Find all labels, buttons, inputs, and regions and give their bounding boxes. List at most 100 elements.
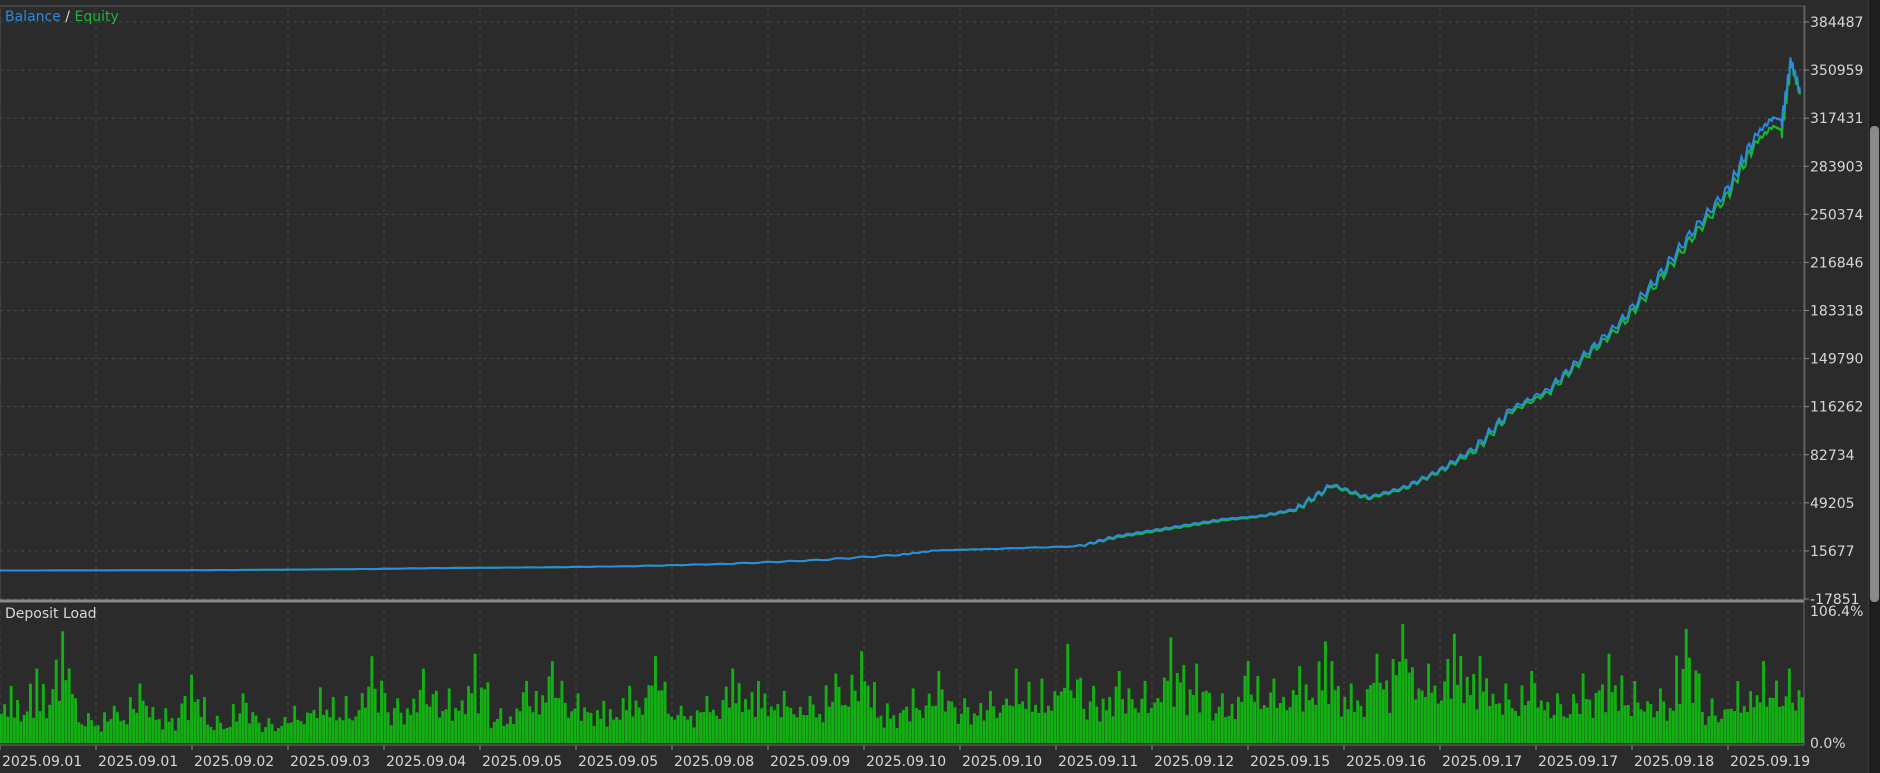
deposit-load-bar [1729, 708, 1733, 743]
deposit-load-bar [637, 707, 641, 743]
deposit-load-bar [1639, 709, 1643, 743]
deposit-load-bar [821, 722, 825, 743]
deposit-load-bar [1024, 708, 1028, 743]
deposit-load-bar [306, 712, 309, 743]
deposit-load-bar [119, 721, 123, 743]
deposit-load-bar [132, 709, 135, 743]
deposit-load-bar [1771, 698, 1775, 743]
y-tick-label: 183318 [1810, 304, 1863, 320]
deposit-load-bar [979, 703, 983, 743]
x-tick-label: 2025.09.10 [962, 754, 1042, 770]
deposit-load-bar [1198, 712, 1202, 743]
deposit-load-bar [231, 704, 235, 743]
deposit-load-bar [35, 668, 39, 743]
deposit-load-bar [1536, 707, 1540, 743]
deposit-load-bar [1346, 709, 1350, 743]
deposit-load-bar [676, 714, 680, 743]
deposit-load-bar [1378, 682, 1382, 743]
deposit-load-bar [544, 702, 548, 743]
deposit-load-bar [769, 706, 773, 743]
deposit-load-bar [634, 700, 638, 743]
deposit-load-bar [969, 724, 973, 743]
deposit-load-bar [1478, 656, 1482, 743]
deposit-load-bar [1481, 691, 1485, 743]
deposit-load-bar [1140, 698, 1144, 743]
deposit-load-bar [280, 725, 284, 743]
deposit-load-bar [235, 721, 239, 743]
deposit-load-bar [1671, 710, 1675, 743]
deposit-load-bar [302, 724, 306, 743]
deposit-load-bar [711, 709, 715, 743]
deposit-load-bar [1504, 683, 1508, 743]
deposit-load-bar [1404, 658, 1408, 743]
deposit-load-bar [1401, 623, 1405, 743]
x-tick-label: 2025.09.02 [194, 754, 274, 770]
deposit-load-bar [1137, 712, 1141, 743]
deposit-load-bar [418, 689, 422, 743]
deposit-load-bar [177, 717, 181, 743]
deposit-load-bar [953, 707, 957, 743]
deposit-load-bar [1008, 705, 1012, 743]
deposit-load-bar [248, 723, 251, 743]
deposit-load-bar [840, 705, 844, 743]
deposit-load-bar [389, 725, 393, 743]
deposit-load-bar [1124, 713, 1128, 743]
deposit-load-bar [502, 725, 506, 743]
deposit-load-bar [41, 684, 45, 743]
deposit-load-bar [873, 682, 876, 743]
deposit-load-bar [792, 714, 796, 743]
deposit-load-bar [1249, 694, 1253, 743]
deposit-load-bar [985, 710, 989, 743]
deposit-load-bar [341, 720, 345, 743]
deposit-load-bar [196, 699, 200, 743]
deposit-load-bar [1620, 675, 1624, 743]
sub-y-tick-top: 106.4% [1810, 604, 1863, 620]
deposit-load-bar [1253, 701, 1256, 743]
y-tick-label: 82734 [1810, 448, 1855, 464]
deposit-load-bar [1291, 690, 1295, 743]
deposit-load-bar [145, 705, 148, 743]
deposit-load-bar [80, 724, 84, 743]
deposit-load-bar [1237, 696, 1240, 743]
deposit-load-bar [579, 720, 583, 743]
deposit-load-bar [164, 708, 168, 743]
deposit-load-bar [541, 695, 545, 743]
deposit-load-bar [1298, 666, 1302, 743]
deposit-load-bar [1691, 702, 1695, 743]
deposit-load-bar [154, 720, 158, 743]
deposit-load-bar [660, 690, 664, 743]
deposit-load-bar [1742, 706, 1746, 743]
deposit-load-bar [1552, 715, 1556, 743]
x-tick-label: 2025.09.16 [1346, 754, 1426, 770]
deposit-load-bar [724, 686, 728, 743]
deposit-load-bar [876, 717, 880, 743]
chart-canvas: 384487 350959 317431 283903 250374 216846 1833… [0, 5, 1864, 770]
deposit-load-bar [892, 715, 896, 743]
deposit-load-bar [373, 688, 377, 743]
deposit-load-bar [54, 659, 58, 743]
deposit-load-bar [1775, 680, 1778, 743]
deposit-load-bar [1520, 685, 1524, 743]
deposit-load-bar [931, 706, 934, 743]
deposit-load-bar [976, 715, 979, 743]
deposit-load-bar [1043, 712, 1047, 743]
deposit-load-bar [1527, 700, 1530, 743]
deposit-load-bar [914, 708, 918, 743]
y-tick-label: 49205 [1810, 496, 1855, 512]
deposit-load-bar [1462, 703, 1466, 743]
deposit-load-bar [1443, 681, 1447, 743]
deposit-load-bar [534, 691, 538, 743]
deposit-load-bar [1568, 714, 1572, 743]
deposit-load-bar [715, 715, 719, 743]
deposit-load-bar [1720, 718, 1724, 743]
deposit-load-bar [90, 720, 94, 743]
scrollbar-thumb[interactable] [1870, 126, 1879, 602]
deposit-load-bar [682, 716, 686, 743]
deposit-load-bar [1778, 706, 1782, 743]
deposit-load-bar [563, 702, 567, 743]
deposit-load-bar [728, 707, 731, 743]
deposit-load-bar [212, 729, 216, 743]
vertical-scrollbar[interactable] [1868, 0, 1880, 773]
deposit-load-bar [45, 718, 48, 743]
deposit-load-bar [737, 683, 741, 743]
